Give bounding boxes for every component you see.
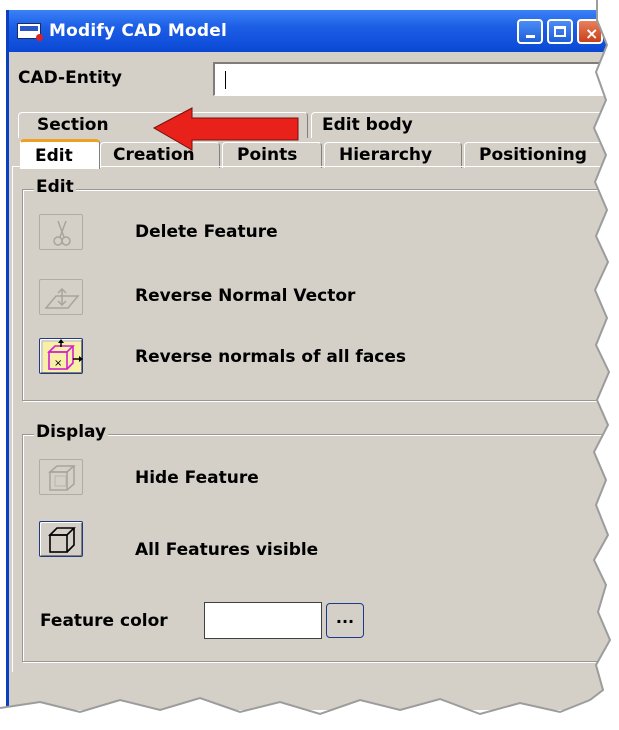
reverse-all-normals-button[interactable]: × [39, 338, 83, 374]
hide-feature-button[interactable] [39, 459, 83, 495]
tab-positioning[interactable]: Positioning [464, 142, 616, 168]
reverse-normal-vector-button[interactable] [39, 279, 83, 315]
edit-group-legend: Edit [34, 177, 76, 197]
all-features-visible-label: All Features visible [135, 540, 319, 560]
close-button[interactable]: × [577, 19, 603, 44]
minimize-button[interactable] [517, 19, 543, 44]
delete-feature-button[interactable] [39, 214, 83, 250]
hide-cube-icon [47, 465, 77, 491]
tab-hierarchy-label: Hierarchy [339, 145, 433, 165]
cad-entity-label: CAD-Entity [18, 68, 122, 88]
tab-edit-body[interactable]: Edit body [311, 112, 616, 138]
all-features-visible-button[interactable] [39, 521, 83, 557]
scissors-icon [53, 220, 71, 246]
tab-hierarchy[interactable]: Hierarchy [324, 142, 462, 168]
tab-positioning-label: Positioning [479, 145, 587, 165]
tab-section-label: Section [37, 115, 109, 135]
tab-edit-body-label: Edit body [322, 115, 413, 135]
minimize-icon [526, 35, 535, 38]
tab-edit[interactable]: Edit [20, 139, 100, 169]
feature-color-picker-button[interactable]: ... [326, 603, 364, 638]
reverse-normal-icon [44, 287, 80, 309]
annotation-arrow [152, 107, 299, 151]
delete-feature-label: Delete Feature [135, 222, 278, 242]
tab-edit-label: Edit [35, 146, 73, 166]
maximize-button[interactable] [547, 19, 573, 44]
reverse-all-normals-icon: × [43, 339, 83, 372]
close-icon: × [585, 24, 599, 43]
svg-text:×: × [54, 358, 62, 369]
reverse-all-normals-label: Reverse normals of all faces [135, 347, 407, 367]
feature-color-label: Feature color [40, 611, 168, 631]
window-title: Modify CAD Model [49, 21, 227, 41]
feature-color-swatch[interactable] [204, 602, 322, 639]
display-group-legend: Display [34, 422, 109, 442]
hide-feature-label: Hide Feature [135, 468, 259, 488]
cad-entity-input[interactable] [213, 62, 613, 96]
app-icon [17, 23, 43, 41]
reverse-normal-vector-label: Reverse Normal Vector [135, 286, 356, 306]
maximize-icon [554, 26, 566, 37]
title-bar[interactable]: Modify CAD Model × [9, 10, 616, 52]
text-caret [225, 71, 226, 89]
cube-icon [48, 527, 76, 553]
